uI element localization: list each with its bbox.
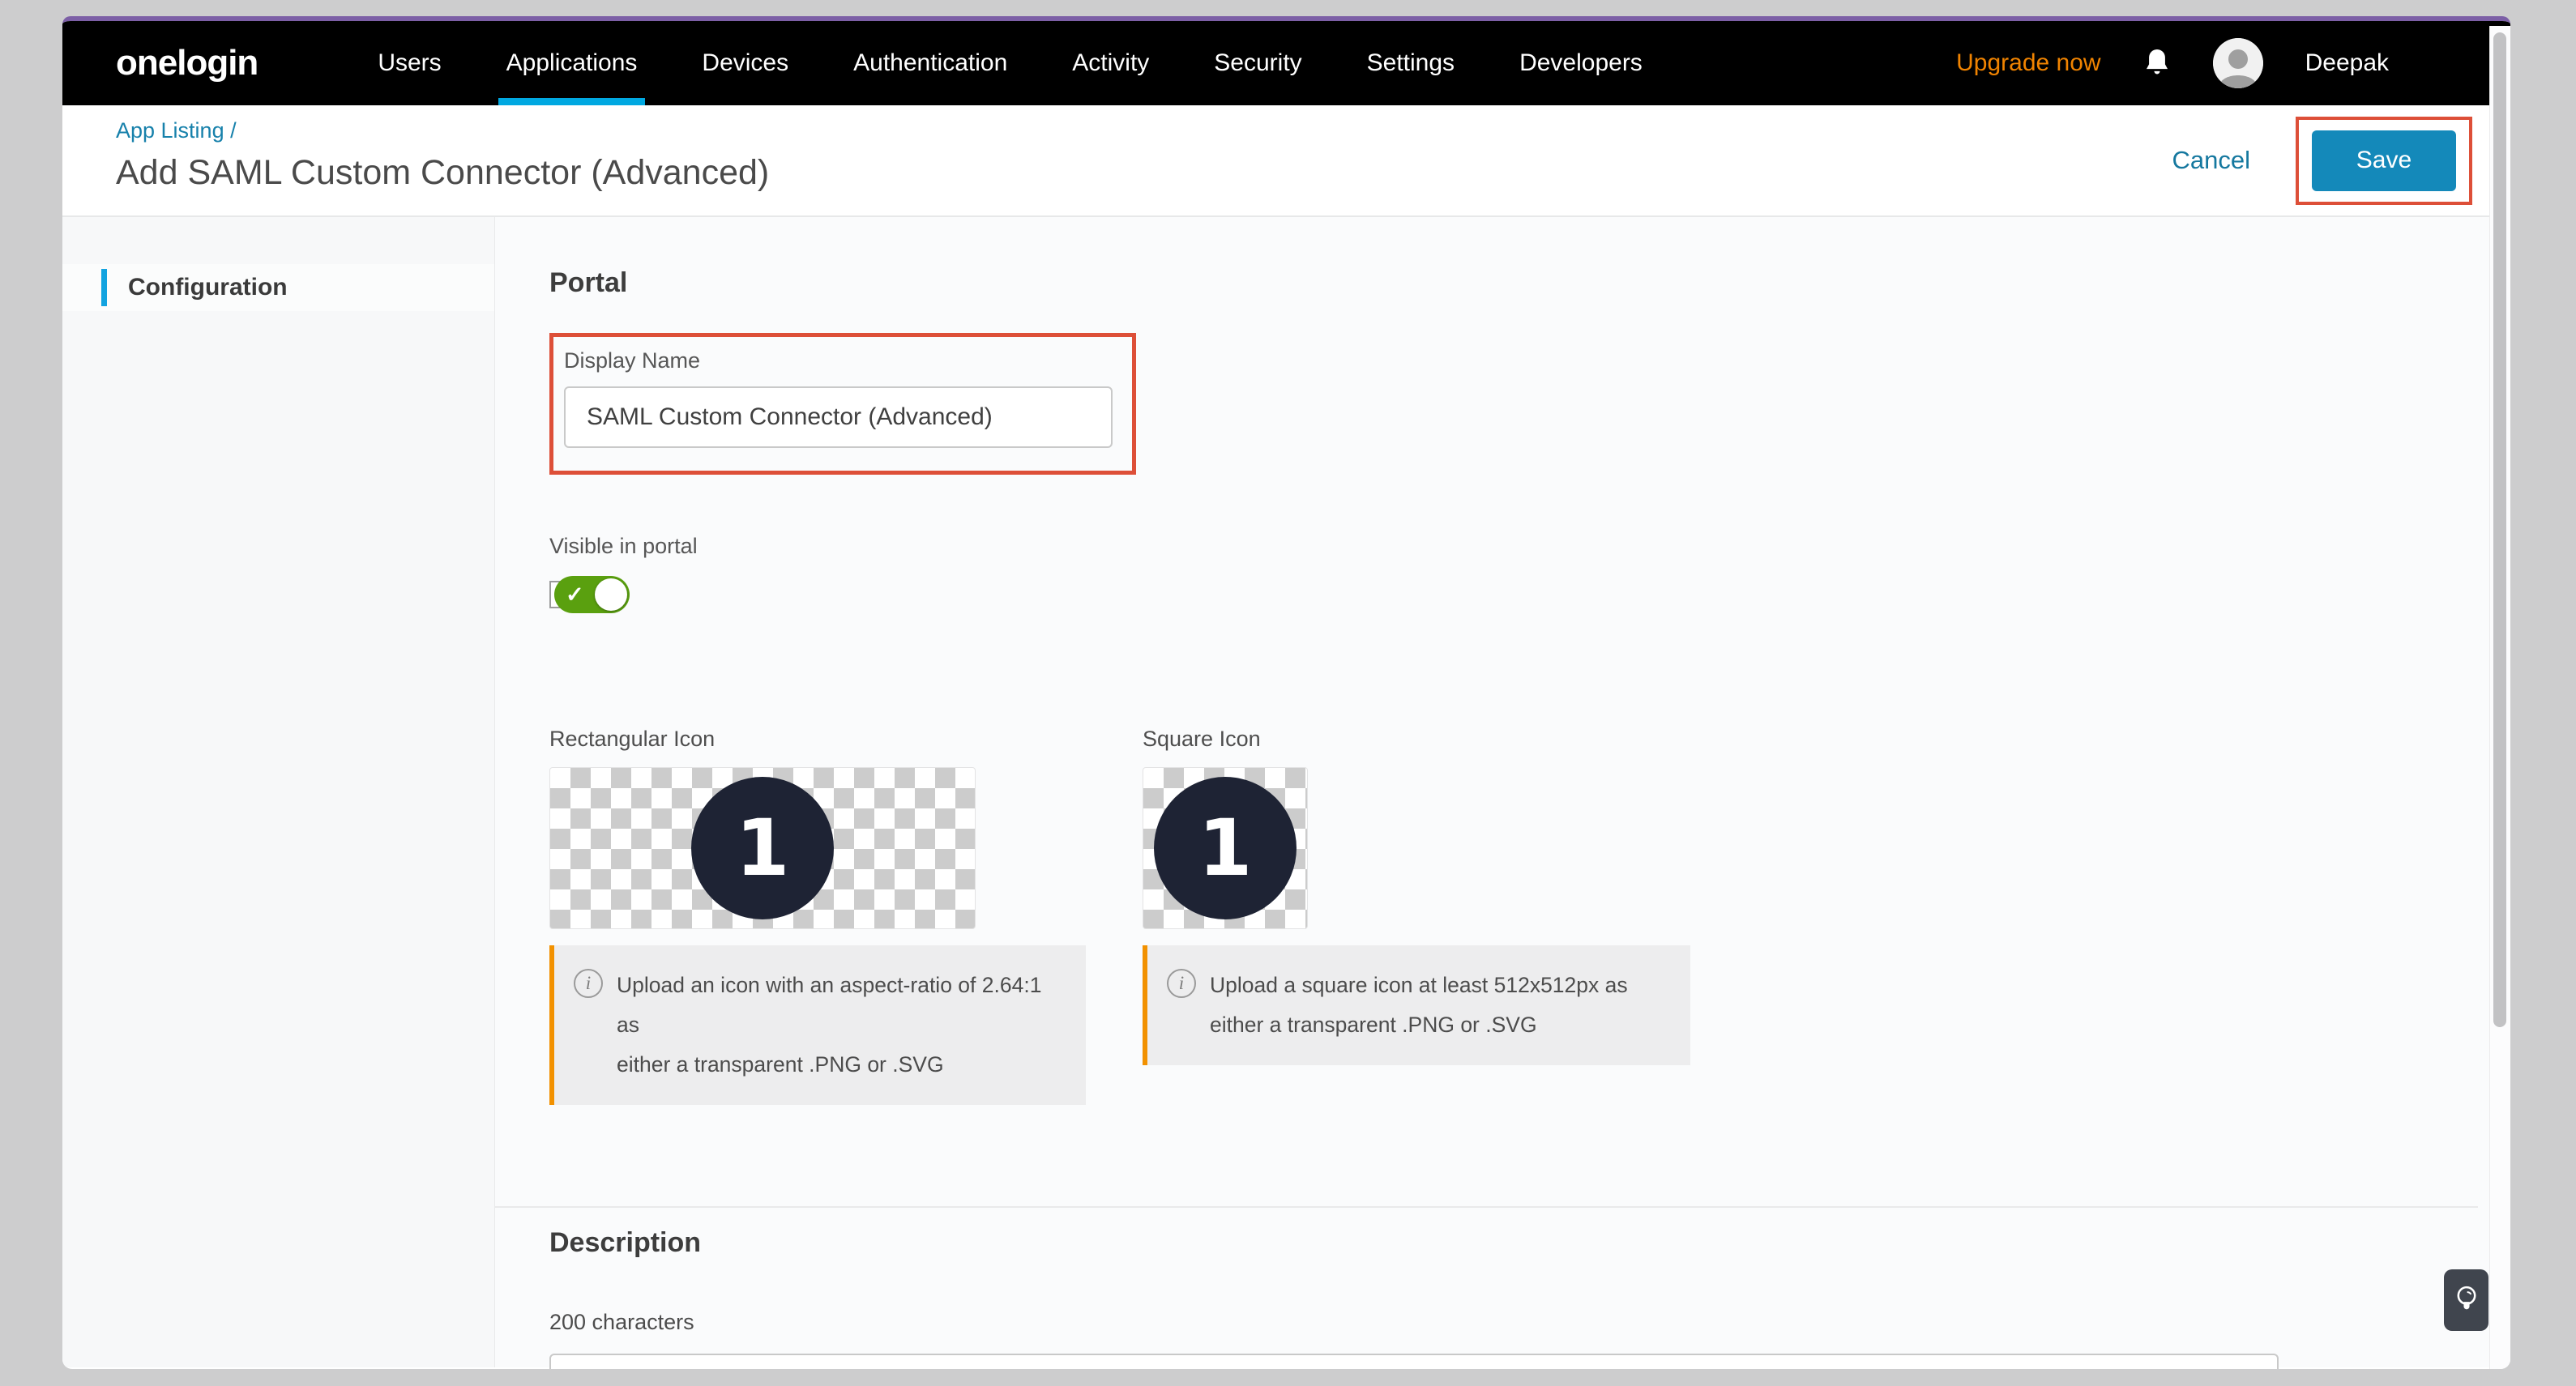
- icon-upload-row: Rectangular Icon 1 i Upload an icon with…: [549, 727, 2478, 1105]
- onelogin-logo[interactable]: onelogin: [116, 43, 258, 83]
- app-logo-circle: 1: [691, 777, 834, 919]
- nav-item-applications[interactable]: Applications: [474, 21, 670, 105]
- sidebar-item-configuration[interactable]: Configuration: [62, 264, 494, 311]
- nav-item-activity[interactable]: Activity: [1040, 21, 1181, 105]
- square-icon-column: Square Icon 1 i Upload a square icon at …: [1143, 727, 1690, 1105]
- description-textarea[interactable]: [549, 1354, 2279, 1369]
- notification-bell-icon[interactable]: [2143, 47, 2171, 79]
- upgrade-now-link[interactable]: Upgrade now: [1956, 49, 2100, 77]
- info-icon: i: [1167, 969, 1196, 998]
- app-logo-numeral: 1: [1198, 809, 1253, 887]
- page-header-left: App Listing / Add SAML Custom Connector …: [116, 105, 769, 215]
- char-limit-label: 200 characters: [549, 1310, 2478, 1335]
- page-header-actions: Cancel Save: [2172, 105, 2473, 215]
- rectangular-icon-note: i Upload an icon with an aspect-ratio of…: [549, 945, 1086, 1105]
- user-name[interactable]: Deepak: [2305, 49, 2389, 77]
- square-icon-note-text: Upload a square icon at least 512x512px …: [1210, 966, 1628, 1045]
- navbar-right: Upgrade now Deepak: [1956, 38, 2389, 88]
- main-content: Portal Display Name Visible in portal ✓ …: [495, 217, 2510, 1367]
- primary-nav: Users Applications Devices Authenticatio…: [345, 21, 1675, 105]
- rectangular-icon-label: Rectangular Icon: [549, 727, 1086, 752]
- nav-item-developers[interactable]: Developers: [1487, 21, 1675, 105]
- page-title: Add SAML Custom Connector (Advanced): [116, 153, 769, 193]
- app-logo-circle: 1: [1154, 777, 1297, 919]
- person-icon: [2213, 38, 2263, 88]
- nav-item-security[interactable]: Security: [1181, 21, 1334, 105]
- check-icon: ✓: [566, 584, 584, 606]
- app-window: onelogin Users Applications Devices Auth…: [62, 16, 2510, 1369]
- help-lightbulb-button[interactable]: [2444, 1269, 2488, 1331]
- rectangular-icon-column: Rectangular Icon 1 i Upload an icon with…: [549, 727, 1086, 1105]
- visible-in-portal-toggle-wrap: ✓: [549, 576, 630, 614]
- sidebar-item-label: Configuration: [128, 274, 288, 301]
- display-name-label: Display Name: [564, 348, 1116, 373]
- description-heading: Description: [549, 1227, 2478, 1259]
- nav-item-users[interactable]: Users: [345, 21, 473, 105]
- display-name-input[interactable]: [564, 386, 1113, 448]
- annotation-box-display-name: Display Name: [549, 333, 1136, 475]
- square-icon-note: i Upload a square icon at least 512x512p…: [1143, 945, 1690, 1065]
- page-body: Configuration Portal Display Name Visibl…: [62, 217, 2510, 1367]
- annotation-box-save: Save: [2296, 117, 2472, 205]
- cancel-link[interactable]: Cancel: [2172, 146, 2251, 175]
- nav-item-settings[interactable]: Settings: [1335, 21, 1487, 105]
- save-button[interactable]: Save: [2312, 130, 2456, 191]
- info-icon: i: [574, 969, 603, 998]
- active-indicator-bar: [101, 269, 107, 306]
- breadcrumb[interactable]: App Listing /: [116, 118, 237, 143]
- section-divider: [495, 1206, 2478, 1208]
- lightbulb-icon: [2453, 1282, 2480, 1318]
- top-navbar: onelogin Users Applications Devices Auth…: [62, 21, 2510, 105]
- nav-item-authentication[interactable]: Authentication: [821, 21, 1040, 105]
- square-icon-upload[interactable]: 1: [1143, 767, 1308, 929]
- visible-in-portal-toggle[interactable]: ✓: [554, 576, 630, 613]
- scrollbar-track[interactable]: [2489, 26, 2510, 1369]
- rectangular-icon-upload[interactable]: 1: [549, 767, 976, 929]
- rectangular-icon-note-text: Upload an icon with an aspect-ratio of 2…: [617, 966, 1066, 1085]
- nav-item-devices[interactable]: Devices: [669, 21, 821, 105]
- sidebar: Configuration: [62, 217, 495, 1367]
- app-logo-numeral: 1: [736, 809, 790, 887]
- page-header: App Listing / Add SAML Custom Connector …: [62, 105, 2510, 217]
- visible-in-portal-block: Visible in portal ✓: [549, 534, 2478, 614]
- toggle-knob: [595, 578, 627, 611]
- square-icon-label: Square Icon: [1143, 727, 1690, 752]
- portal-heading: Portal: [549, 267, 2478, 299]
- user-avatar[interactable]: [2213, 38, 2263, 88]
- visible-in-portal-label: Visible in portal: [549, 534, 2478, 559]
- scrollbar-thumb[interactable]: [2493, 32, 2506, 1027]
